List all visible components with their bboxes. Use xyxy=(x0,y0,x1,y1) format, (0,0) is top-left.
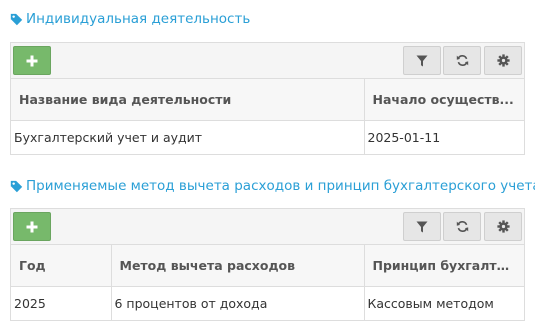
column-header-start-date[interactable]: Начало осуществ... xyxy=(364,79,524,121)
cell-year: 2025 xyxy=(11,286,112,320)
column-header-year[interactable]: Год xyxy=(11,245,112,287)
settings-button[interactable] xyxy=(484,46,522,75)
grid-toolbar xyxy=(11,209,524,245)
filter-button[interactable] xyxy=(403,46,441,75)
refresh-button[interactable] xyxy=(443,46,481,75)
section-title-accounting: Применяемые метод вычета расходов и прин… xyxy=(10,178,535,194)
table-row[interactable]: Бухгалтерский учет и аудит 2025-01-11 xyxy=(11,120,524,154)
grid-toolbar xyxy=(11,43,524,79)
section-title-text: Применяемые метод вычета расходов и прин… xyxy=(26,178,535,194)
refresh-icon xyxy=(456,55,468,66)
plus-icon xyxy=(26,221,38,232)
cell-activity-name: Бухгалтерский учет и аудит xyxy=(11,120,365,154)
column-header-expense-method[interactable]: Метод вычета расходов xyxy=(111,245,365,287)
plus-icon xyxy=(26,55,38,66)
accounting-grid: Год Метод вычета расходов Принцип бухгал… xyxy=(10,208,525,321)
accounting-table: Год Метод вычета расходов Принцип бухгал… xyxy=(11,245,524,320)
filter-icon xyxy=(416,55,428,66)
settings-button[interactable] xyxy=(484,212,522,241)
cell-accounting-principle: Кассовым методом xyxy=(367,295,494,311)
refresh-icon xyxy=(456,221,468,232)
column-header-accounting-principle[interactable]: Принцип бухгалтер... xyxy=(364,245,524,287)
table-header-row: Название вида деятельности Начало осущес… xyxy=(11,79,524,121)
filter-button[interactable] xyxy=(403,212,441,241)
filter-icon xyxy=(416,221,428,232)
gear-icon xyxy=(496,220,510,233)
table-header-row: Год Метод вычета расходов Принцип бухгал… xyxy=(11,245,524,287)
cell-expense-method: 6 процентов от дохода xyxy=(111,286,365,320)
refresh-button[interactable] xyxy=(443,212,481,241)
activity-table: Название вида деятельности Начало осущес… xyxy=(11,79,524,154)
column-header-activity-name[interactable]: Название вида деятельности xyxy=(11,79,365,121)
tag-icon xyxy=(10,180,23,192)
section-title-text: Индивидуальная деятельность xyxy=(26,11,251,27)
activity-grid: Название вида деятельности Начало осущес… xyxy=(10,42,525,155)
tag-icon xyxy=(10,13,23,25)
table-row[interactable]: 2025 6 процентов от дохода Кассовым мето… xyxy=(11,286,524,320)
gear-icon xyxy=(496,54,510,67)
section-title-activity: Индивидуальная деятельность xyxy=(10,11,250,27)
add-button[interactable] xyxy=(13,212,51,241)
cell-start-date: 2025-01-11 xyxy=(367,129,441,145)
add-button[interactable] xyxy=(13,46,51,75)
